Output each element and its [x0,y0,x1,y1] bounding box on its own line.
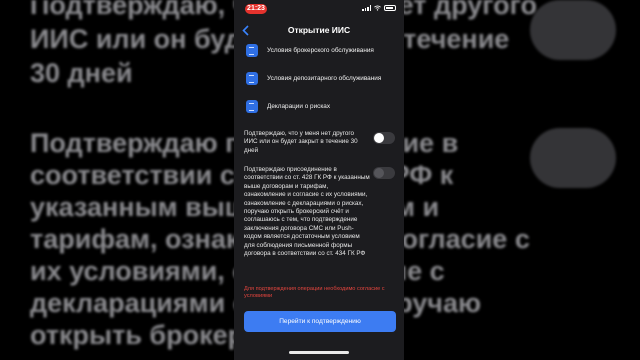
toggle-knob [374,133,384,143]
phone-screen: 21:23 Открытие ИИС Условия брокерского о… [234,0,404,360]
document-link-brokerage[interactable]: Условия брокерского обслуживания [246,40,374,60]
consent-no-other-iis-toggle[interactable] [373,132,395,144]
status-time: 21:23 [245,4,267,14]
document-link-risk-declarations[interactable]: Декларации о рисках [246,96,330,116]
document-label: Условия брокерского обслуживания [267,46,374,54]
document-label: Декларации о рисках [267,102,331,110]
signal-icon [362,5,371,11]
document-icon [246,99,258,113]
bg-line: 30 дней [30,58,133,88]
bg-toggle [530,0,616,60]
document-link-depository[interactable]: Условия депозитарного обслуживания [246,68,381,88]
status-bar: 21:23 [234,0,404,16]
bg-toggle [530,128,616,188]
consent-warning: Для подтверждения операции необходимо со… [244,286,385,299]
toggle-knob [374,168,384,178]
battery-icon [384,5,396,11]
proceed-to-confirmation-button[interactable]: Перейти к подтверждению [244,311,396,332]
document-icon [246,71,258,85]
document-icon [246,43,258,57]
document-label: Условия депозитарного обслуживания [267,74,382,82]
wifi-icon [374,5,381,11]
consent-agreement-toggle[interactable] [373,167,395,179]
home-indicator [289,351,349,354]
status-icons [362,5,396,11]
nav-bar: Открытие ИИС [234,22,404,40]
page-title: Открытие ИИС [287,25,351,35]
consent-agreement-text: Подтверждаю присоединение в соответствии… [244,166,370,258]
consent-no-other-iis-text: Подтверждаю, что у меня нет другого ИИС … [244,130,358,154]
